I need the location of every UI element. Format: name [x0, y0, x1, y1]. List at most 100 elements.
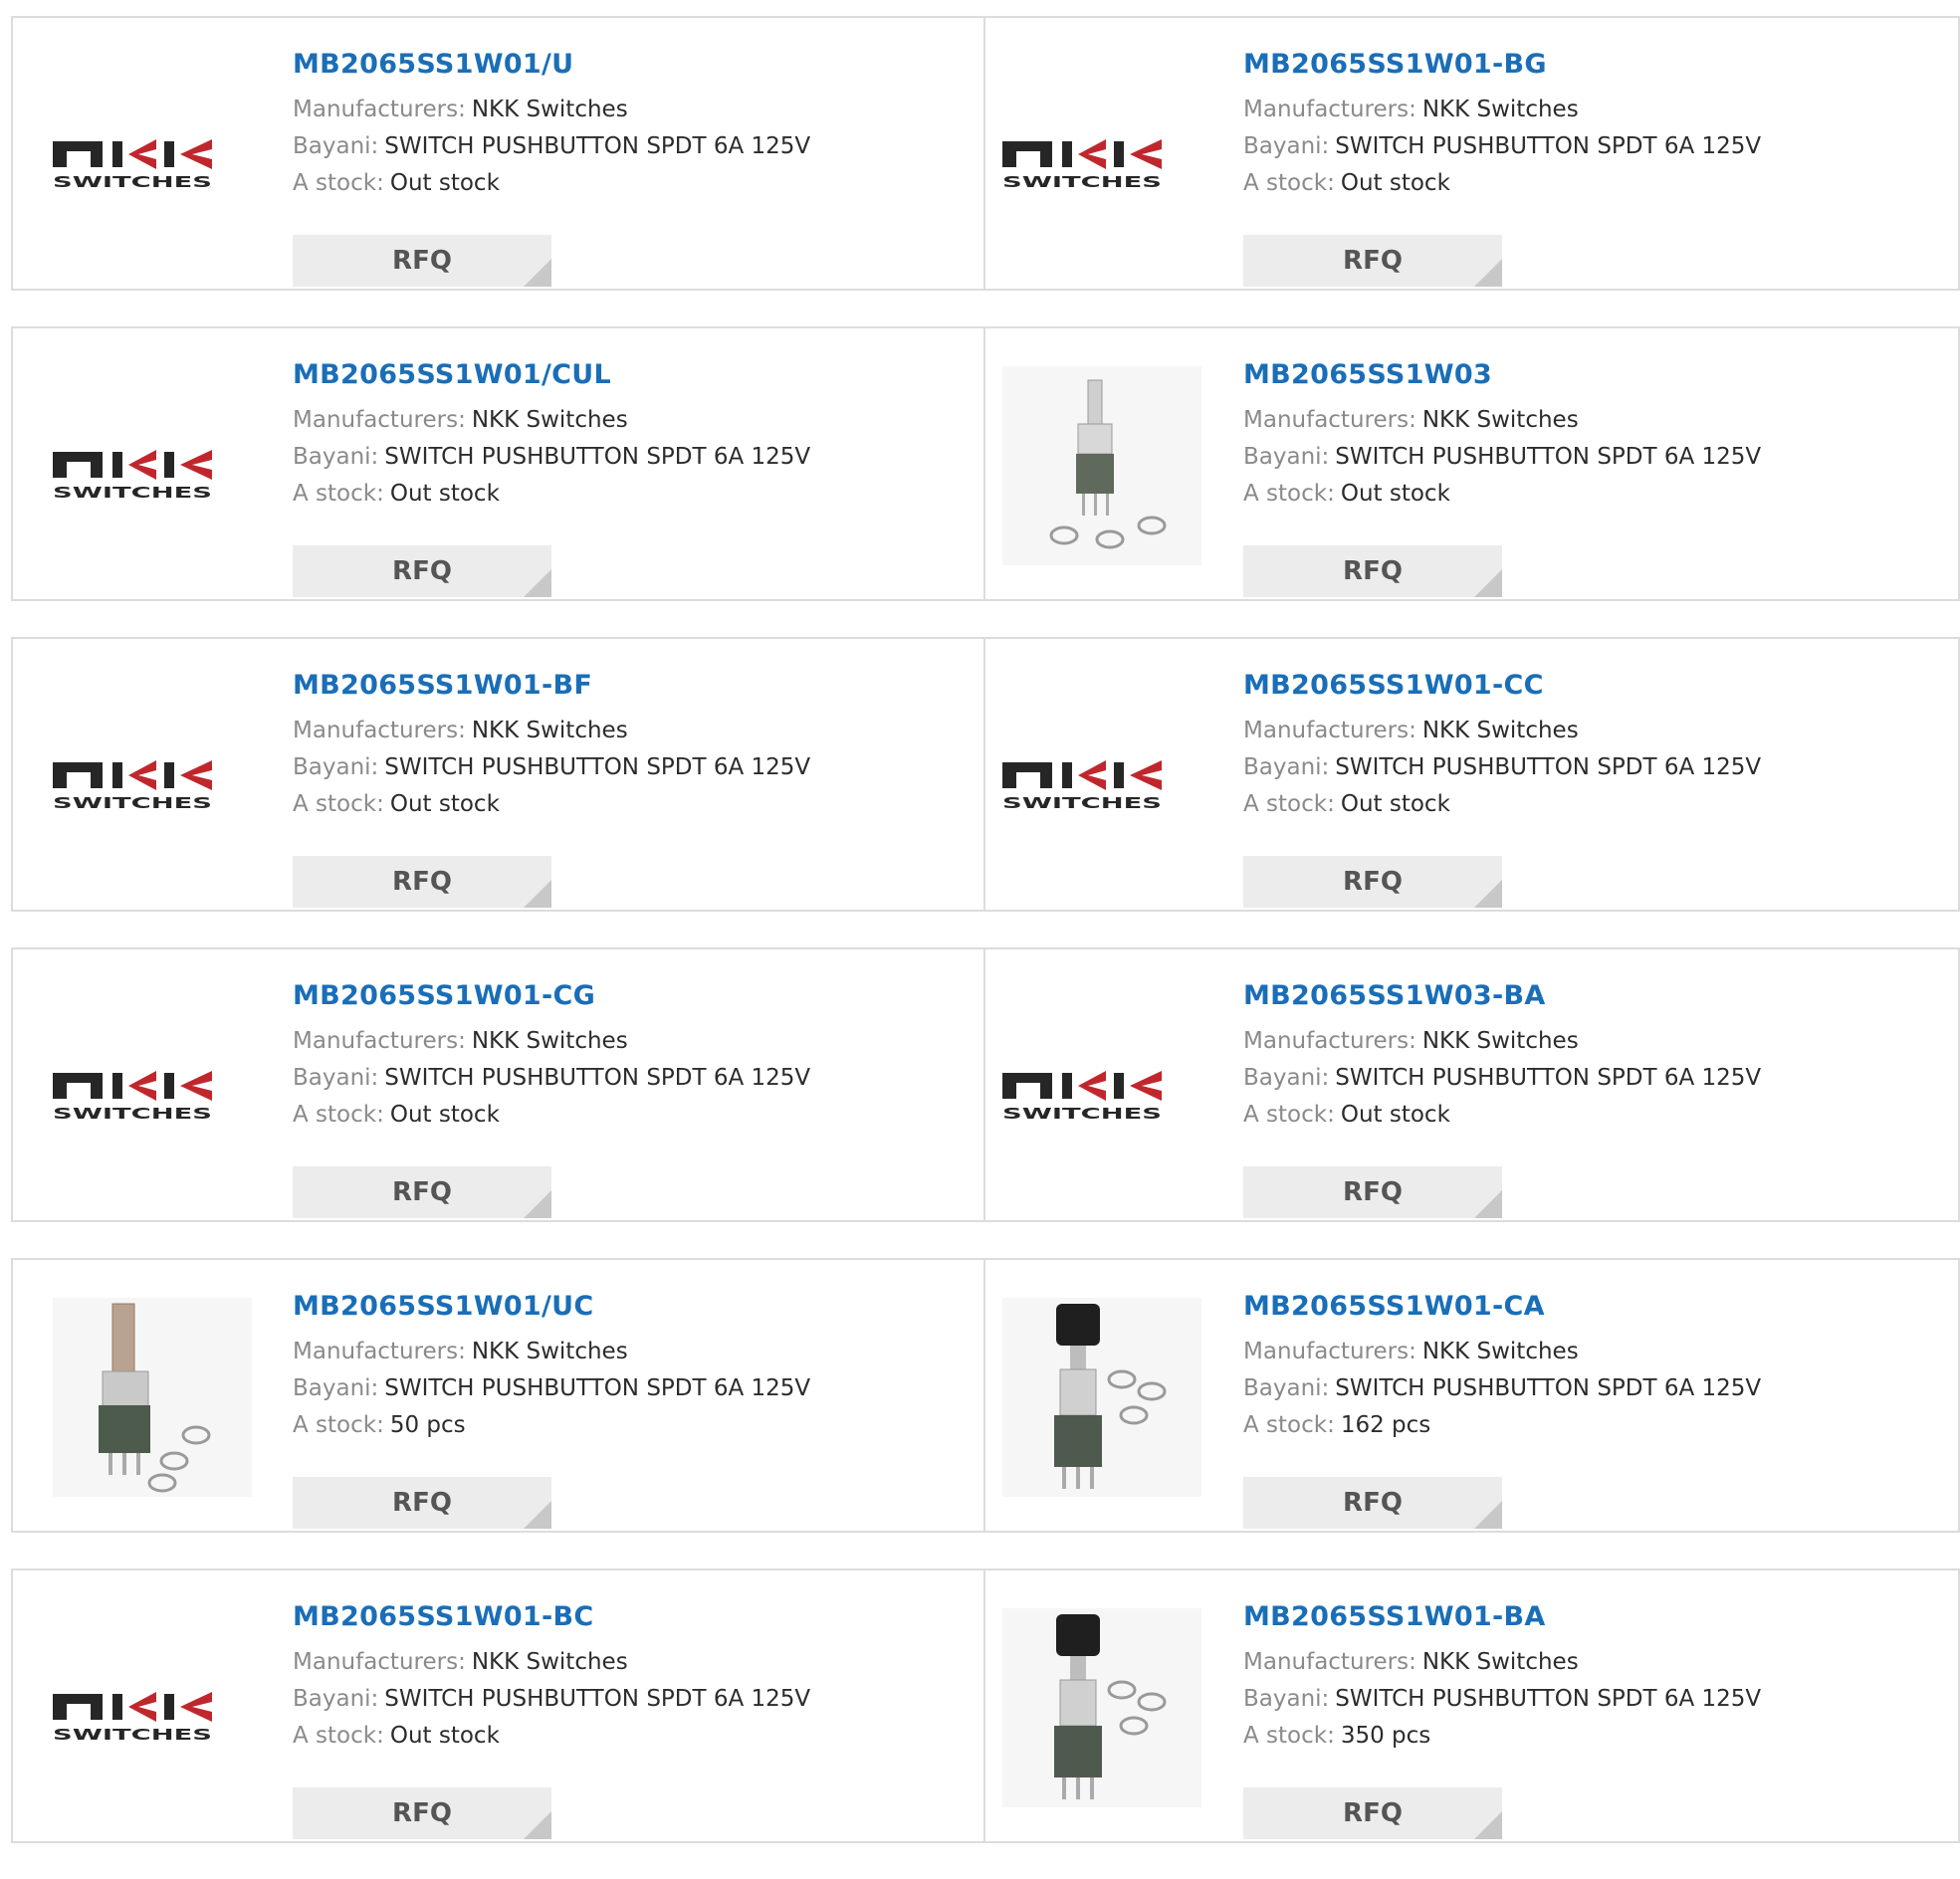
logo-sub: SWITCHES — [53, 1105, 212, 1123]
corner-triangle-icon — [1474, 259, 1502, 287]
description-value: SWITCH PUSHBUTTON SPDT 6A 125V — [1335, 1686, 1762, 1712]
product-info: MB2065SS1W01/U Manufacturers: NKK Switche… — [293, 48, 810, 287]
stock-label: A stock: — [293, 791, 384, 817]
rfq-button[interactable]: RFQ — [293, 1166, 551, 1218]
product-image[interactable]: SWITCHES — [1002, 677, 1201, 876]
stock-value: Out stock — [1340, 481, 1450, 507]
rfq-button[interactable]: RFQ — [1243, 1166, 1502, 1218]
stock-row: A stock: Out stock — [1243, 1097, 1761, 1134]
manufacturer-value: NKK Switches — [471, 1649, 628, 1675]
product-info: MB2065SS1W01/CUL Manufacturers: NKK Switc… — [293, 358, 810, 597]
manufacturer-row: Manufacturers: NKK Switches — [293, 1334, 810, 1370]
rfq-button[interactable]: RFQ — [293, 1787, 551, 1839]
product-image[interactable]: SWITCHES — [53, 1608, 252, 1807]
product-image[interactable]: SWITCHES — [53, 677, 252, 876]
description-row: Bayani: SWITCH PUSHBUTTON SPDT 6A 125V — [293, 128, 810, 165]
manufacturer-value: NKK Switches — [1421, 1028, 1579, 1054]
rfq-button[interactable]: RFQ — [1243, 856, 1502, 908]
manufacturer-label: Manufacturers: — [293, 1339, 466, 1364]
rfq-button[interactable]: RFQ — [293, 856, 551, 908]
product-title-link[interactable]: MB2065SS1W01-CC — [1243, 669, 1761, 703]
product-row: SWITCHES MB2065SS1W01/CUL Manufacturers:… — [11, 326, 1960, 601]
manufacturer-label: Manufacturers: — [293, 1028, 466, 1054]
description-row: Bayani: SWITCH PUSHBUTTON SPDT 6A 125V — [293, 1060, 810, 1097]
nkk-logo-icon: SWITCHES — [1002, 760, 1162, 812]
rfq-button[interactable]: RFQ — [1243, 1477, 1502, 1529]
product-image[interactable] — [1002, 366, 1201, 565]
description-value: SWITCH PUSHBUTTON SPDT 6A 125V — [1335, 133, 1762, 159]
product-image[interactable]: SWITCHES — [53, 366, 252, 565]
description-label: Bayani: — [1243, 754, 1330, 780]
product-image[interactable]: SWITCHES — [1002, 987, 1201, 1186]
description-label: Bayani: — [293, 1686, 379, 1712]
product-image[interactable] — [53, 1298, 252, 1497]
stock-row: A stock: Out stock — [293, 1097, 810, 1134]
product-title-link[interactable]: MB2065SS1W03-BA — [1243, 979, 1761, 1013]
product-title-link[interactable]: MB2065SS1W01-BA — [1243, 1600, 1761, 1634]
stock-label: A stock: — [293, 481, 384, 507]
description-label: Bayani: — [1243, 133, 1330, 159]
stock-value: Out stock — [389, 791, 500, 817]
manufacturer-value: NKK Switches — [1421, 407, 1579, 433]
manufacturer-label: Manufacturers: — [1243, 1649, 1416, 1675]
stock-value: 350 pcs — [1340, 1723, 1431, 1749]
rfq-button[interactable]: RFQ — [1243, 545, 1502, 597]
stock-label: A stock: — [293, 1102, 384, 1128]
product-title-link[interactable]: MB2065SS1W01/UC — [293, 1290, 810, 1324]
product-card: MB2065SS1W01/UC Manufacturers: NKK Switch… — [11, 1258, 985, 1533]
product-info: MB2065SS1W01/UC Manufacturers: NKK Switch… — [293, 1290, 811, 1529]
product-title-link[interactable]: MB2065SS1W01-BC — [293, 1600, 810, 1634]
product-title-link[interactable]: MB2065SS1W01/CUL — [293, 358, 810, 392]
rfq-button[interactable]: RFQ — [1243, 235, 1502, 287]
description-label: Bayani: — [293, 1065, 379, 1091]
description-row: Bayani: SWITCH PUSHBUTTON SPDT 6A 125V — [1243, 1370, 1761, 1407]
product-card: MB2065SS1W01-BA Manufacturers: NKK Switch… — [985, 1568, 1960, 1843]
rfq-label: RFQ — [1343, 1177, 1403, 1207]
product-row: SWITCHES MB2065SS1W01-CG Manufacturers: N… — [11, 947, 1960, 1222]
stock-row: A stock: 50 pcs — [293, 1407, 810, 1444]
manufacturer-value: NKK Switches — [1421, 1339, 1579, 1364]
stock-label: A stock: — [293, 1723, 384, 1749]
product-row: SWITCHES MB2065SS1W01-BC Manufacturers: N… — [11, 1568, 1960, 1843]
switch-photo-icon — [53, 1298, 252, 1497]
rfq-button[interactable]: RFQ — [293, 235, 551, 287]
manufacturer-row: Manufacturers: NKK Switches — [1243, 92, 1761, 128]
manufacturer-value: NKK Switches — [1421, 718, 1579, 743]
manufacturer-value: NKK Switches — [471, 1028, 628, 1054]
stock-value: Out stock — [1340, 1102, 1450, 1128]
rfq-button[interactable]: RFQ — [293, 1477, 551, 1529]
product-image[interactable]: SWITCHES — [53, 987, 252, 1186]
nkk-logo-icon: SWITCHES — [53, 1692, 212, 1744]
stock-label: A stock: — [293, 1412, 384, 1438]
rfq-button[interactable]: RFQ — [293, 545, 551, 597]
manufacturer-value: NKK Switches — [471, 718, 628, 743]
manufacturer-label: Manufacturers: — [293, 718, 466, 743]
corner-triangle-icon — [524, 1501, 551, 1529]
description-value: SWITCH PUSHBUTTON SPDT 6A 125V — [1335, 1065, 1762, 1091]
nkk-logo-icon: SWITCHES — [53, 760, 212, 812]
stock-row: A stock: 350 pcs — [1243, 1718, 1761, 1755]
switch-photo-icon — [1002, 366, 1201, 565]
product-card: SWITCHES MB2065SS1W01-BC Manufacturers: N… — [11, 1568, 985, 1843]
product-image[interactable]: SWITCHES — [53, 56, 252, 255]
description-row: Bayani: SWITCH PUSHBUTTON SPDT 6A 125V — [1243, 1060, 1761, 1097]
corner-triangle-icon — [1474, 1501, 1502, 1529]
product-image[interactable] — [1002, 1298, 1201, 1497]
product-title-link[interactable]: MB2065SS1W01-CG — [293, 979, 810, 1013]
product-title-link[interactable]: MB2065SS1W01-BG — [1243, 48, 1761, 82]
description-label: Bayani: — [1243, 444, 1330, 470]
manufacturer-value: NKK Switches — [1421, 97, 1579, 122]
description-value: SWITCH PUSHBUTTON SPDT 6A 125V — [384, 1375, 811, 1401]
product-image[interactable]: SWITCHES — [1002, 56, 1201, 255]
description-value: SWITCH PUSHBUTTON SPDT 6A 125V — [384, 754, 811, 780]
product-image[interactable] — [1002, 1608, 1201, 1807]
product-title-link[interactable]: MB2065SS1W01/U — [293, 48, 810, 82]
product-title-link[interactable]: MB2065SS1W01-BF — [293, 669, 810, 703]
product-title-link[interactable]: MB2065SS1W03 — [1243, 358, 1761, 392]
product-title-link[interactable]: MB2065SS1W01-CA — [1243, 1290, 1761, 1324]
rfq-label: RFQ — [392, 867, 452, 897]
rfq-button[interactable]: RFQ — [1243, 1787, 1502, 1839]
stock-value: Out stock — [389, 481, 500, 507]
product-row: MB2065SS1W01/UC Manufacturers: NKK Switch… — [11, 1258, 1960, 1533]
product-info: MB2065SS1W01-BF Manufacturers: NKK Switch… — [293, 669, 811, 908]
